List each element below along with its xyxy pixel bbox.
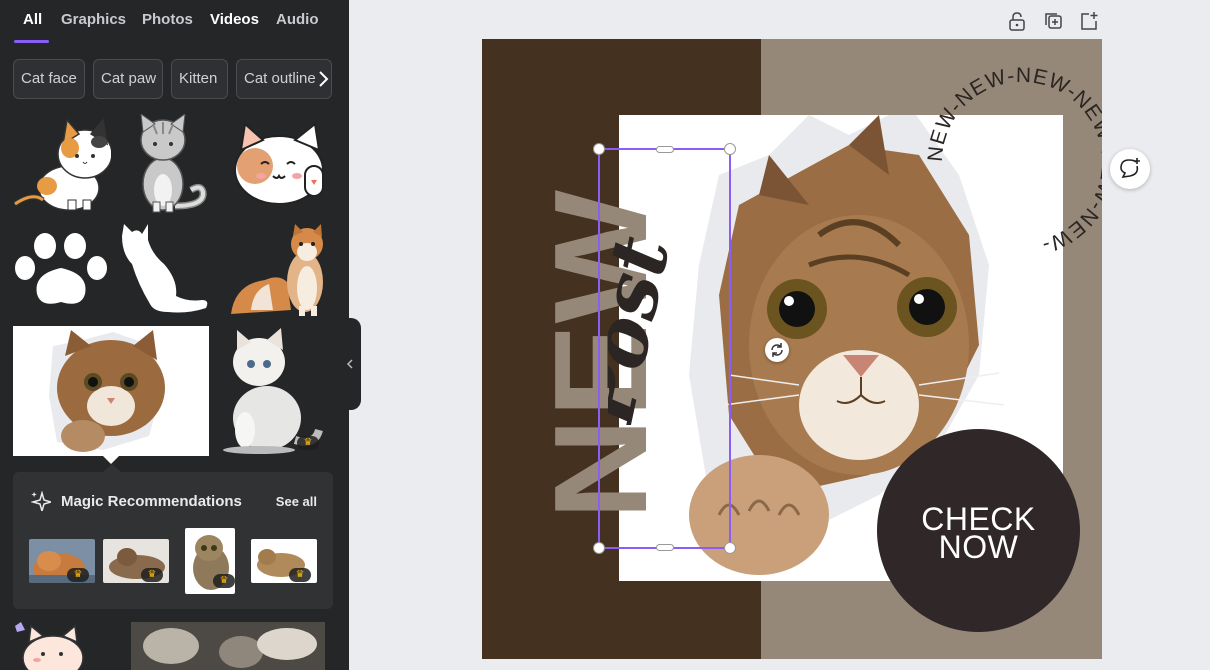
tab-audio[interactable]: Audio: [276, 11, 319, 28]
chevron-right-icon[interactable]: [312, 66, 334, 92]
lock-open-icon[interactable]: [1006, 10, 1028, 32]
circular-new-text[interactable]: NEW-NEW-NEW-NEW-NEW-NEW-: [922, 57, 1102, 267]
design-canvas[interactable]: NEW Post NEW-NEW-NEW-NEW-NEW-NEW- CHECK …: [482, 39, 1102, 659]
svg-text:NEW-NEW-NEW-NEW-NEW-NEW-: NEW-NEW-NEW-NEW-NEW-NEW-: [924, 64, 1102, 257]
add-comment-icon: [1120, 158, 1140, 179]
side-panel: All Graphics Photos Videos Audio Cat fac…: [0, 0, 349, 670]
recommendation-item[interactable]: ♛: [185, 528, 235, 594]
recommendation-item[interactable]: ♛: [29, 539, 95, 583]
resize-handle[interactable]: [724, 542, 736, 554]
recommendation-item[interactable]: ♛: [103, 539, 169, 583]
duplicate-icon[interactable]: [1042, 10, 1064, 32]
chip-cat-face[interactable]: Cat face: [13, 59, 85, 99]
premium-crown-icon: ♛: [289, 568, 311, 582]
tab-all[interactable]: All: [23, 11, 42, 28]
resize-handle[interactable]: [593, 542, 605, 554]
premium-crown-icon: ♛: [67, 568, 89, 582]
orange-cat-photo[interactable]: [221, 224, 325, 316]
tab-graphics[interactable]: Graphics: [61, 11, 126, 28]
cat-paw-graphic[interactable]: [13, 232, 109, 308]
sparkle-icon: [30, 490, 54, 514]
magic-recommendations-title: Magic Recommendations: [61, 493, 242, 510]
resize-handle[interactable]: [724, 143, 736, 155]
pink-cat-sticker[interactable]: [13, 622, 113, 670]
recommendation-item[interactable]: ♛: [251, 539, 317, 583]
tab-photos[interactable]: Photos: [142, 11, 193, 28]
see-all-link[interactable]: See all: [276, 494, 317, 509]
white-fluffy-cat-photo[interactable]: ♛: [219, 326, 325, 454]
waving-cat-sticker[interactable]: [233, 122, 326, 204]
selection-box[interactable]: [593, 143, 736, 554]
active-tab-indicator: [14, 40, 49, 43]
premium-crown-icon: ♛: [297, 436, 319, 450]
tab-videos[interactable]: Videos: [210, 11, 259, 28]
add-comment-button[interactable]: [1110, 149, 1150, 189]
resize-handle[interactable]: [656, 544, 674, 551]
chevron-left-icon: [346, 359, 353, 369]
premium-crown-icon: ♛: [141, 568, 163, 582]
page-toolbar: [1006, 10, 1102, 32]
selected-indicator: [103, 456, 119, 464]
chip-cat-paw[interactable]: Cat paw: [93, 59, 163, 99]
rotate-icon[interactable]: [765, 338, 789, 362]
calico-cat-sticker[interactable]: [13, 114, 111, 212]
collapse-panel-button[interactable]: [339, 318, 361, 410]
check-now-circle[interactable]: CHECK NOW: [877, 429, 1080, 632]
white-cat-silhouette[interactable]: [118, 224, 210, 316]
resize-handle[interactable]: [593, 143, 605, 155]
cat-peeking-through-paper-photo[interactable]: [13, 326, 209, 456]
resize-handle[interactable]: [656, 146, 674, 153]
kittens-photo[interactable]: [131, 622, 325, 670]
magic-recommendations-panel: Magic Recommendations See all ♛ ♛ ♛ ♛: [13, 464, 333, 609]
cta-line-2: NOW: [938, 529, 1019, 565]
premium-crown-icon: ♛: [213, 574, 235, 588]
chip-kitten[interactable]: Kitten: [171, 59, 228, 99]
gray-cat-sticker[interactable]: [125, 114, 209, 214]
add-page-icon[interactable]: [1078, 10, 1100, 32]
